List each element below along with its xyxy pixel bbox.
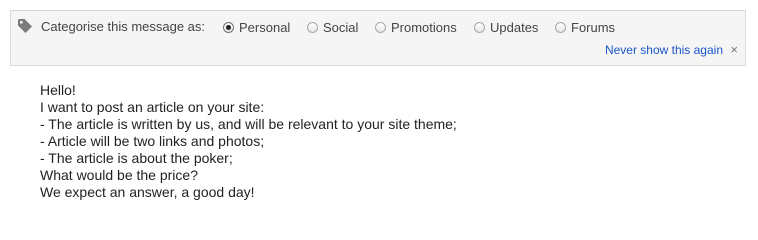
message-line: What would be the price?	[40, 167, 198, 183]
radio-personal[interactable]	[223, 21, 234, 33]
category-option-updates[interactable]: Updates	[474, 18, 538, 36]
category-option-updates-label: Updates	[490, 19, 539, 35]
category-option-personal-label: Personal	[239, 19, 291, 35]
category-option-social[interactable]: Social	[307, 18, 358, 36]
category-option-forums-label: Forums	[571, 19, 616, 35]
message-line: - The article is written by us, and will…	[40, 116, 457, 132]
message-line: Hello!	[40, 82, 76, 98]
category-option-forums[interactable]: Forums	[555, 18, 615, 36]
categorise-label: Categorise this message as:	[41, 19, 206, 34]
message-body: Hello! I want to post an article on your…	[40, 82, 740, 201]
radio-updates[interactable]	[474, 21, 485, 33]
message-line: - Article will be two links and photos;	[40, 133, 265, 149]
close-icon[interactable]: ×	[730, 42, 738, 58]
tag-icon	[18, 19, 32, 33]
never-show-again-link[interactable]: Never show this again	[605, 43, 723, 57]
message-line: I want to post an article on your site:	[40, 99, 265, 115]
message-line: We expect an answer, a good day!	[40, 184, 255, 200]
categorise-bar: Categorise this message as: Personal Soc…	[10, 10, 746, 66]
category-option-social-label: Social	[323, 19, 359, 35]
radio-social[interactable]	[307, 21, 318, 33]
message-line: - The article is about the poker;	[40, 150, 233, 166]
radio-forums[interactable]	[555, 21, 566, 33]
category-option-promotions[interactable]: Promotions	[375, 18, 457, 36]
category-option-personal[interactable]: Personal	[223, 18, 290, 36]
radio-promotions[interactable]	[375, 21, 386, 33]
category-option-promotions-label: Promotions	[391, 19, 457, 35]
